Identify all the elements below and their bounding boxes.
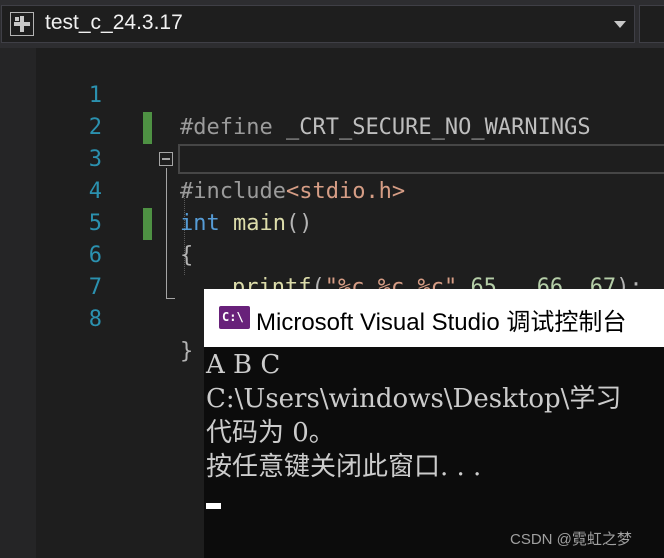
brace: } xyxy=(180,339,194,364)
code-line[interactable]: 3 #include<stdio.h> xyxy=(0,112,664,204)
chevron-down-icon[interactable] xyxy=(614,21,626,28)
project-title: test_c_24.3.17 xyxy=(45,11,183,34)
console-title-bar[interactable]: C:\ Microsoft Visual Studio 调试控制台 xyxy=(204,289,664,347)
watermark: CSDN @霓虹之梦 xyxy=(510,531,632,548)
code-line[interactable]: 5 { xyxy=(0,176,664,268)
console-output-line: C:\Users\windows\Desktop\学习 xyxy=(206,384,622,414)
debug-console-window[interactable]: C:\ Microsoft Visual Studio 调试控制台 A B C … xyxy=(204,289,664,558)
console-output-line: 按任意键关闭此窗口. . . xyxy=(206,452,482,482)
member-dropdown[interactable] xyxy=(639,5,664,43)
code-line[interactable]: 1 #define _CRT_SECURE_NO_WARNINGS xyxy=(0,48,664,140)
console-icon-text: C:\ xyxy=(222,310,244,324)
code-line[interactable]: 4 int main() xyxy=(0,144,664,236)
console-icon: C:\ xyxy=(219,306,250,329)
project-icon xyxy=(10,12,34,36)
project-bar: test_c_24.3.17 xyxy=(0,0,664,48)
project-dropdown[interactable]: test_c_24.3.17 xyxy=(1,5,635,43)
console-output-line: 代码为 0。 xyxy=(206,418,335,448)
line-code: } xyxy=(180,336,193,368)
console-output-line: A B C xyxy=(206,350,281,380)
code-line[interactable]: 7 return 0; xyxy=(0,240,664,332)
code-line[interactable]: 6 printf("%c %c %c",65 , 66, 67); xyxy=(0,208,664,300)
console-title: Microsoft Visual Studio 调试控制台 xyxy=(256,309,627,336)
code-line[interactable]: 2 xyxy=(0,80,664,140)
line-number: 8 xyxy=(88,307,102,332)
console-cursor xyxy=(206,503,221,509)
